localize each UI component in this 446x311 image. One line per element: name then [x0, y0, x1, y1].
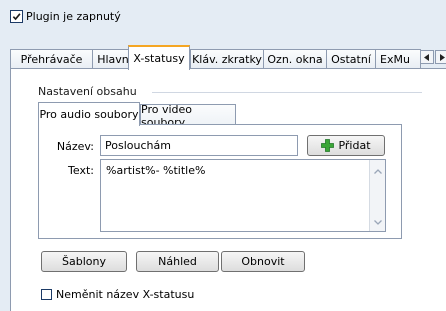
plugin-enabled-row[interactable]: Plugin je zapnutý — [10, 10, 121, 23]
tab-players[interactable]: Přehrávače — [10, 49, 93, 68]
name-input[interactable] — [100, 135, 298, 156]
preview-button-label: Náhled — [158, 255, 197, 268]
tab-scroll-right-button[interactable] — [435, 50, 446, 64]
tab-x-statuses[interactable]: X-statusy — [128, 45, 190, 70]
keep-name-checkbox[interactable] — [41, 289, 52, 300]
content-settings-title: Nastavení obsahu — [38, 85, 137, 98]
tab-scroll-left-button[interactable] — [420, 50, 434, 64]
tab-shortcuts[interactable]: Kláv. zkratky — [190, 49, 264, 68]
plugin-enabled-checkbox[interactable] — [10, 10, 23, 23]
subtab-label: Pro audio soubory — [39, 108, 139, 121]
text-area[interactable]: %artist%- %title% — [100, 159, 386, 232]
plus-icon — [321, 139, 335, 152]
tab-label: Kláv. zkratky — [192, 52, 262, 66]
tab-exmu[interactable]: ExMu — [375, 49, 421, 68]
name-label: Název: — [56, 140, 94, 153]
templates-button[interactable]: Šablony — [41, 251, 127, 272]
chevron-down-icon — [374, 219, 382, 225]
subtab-audio[interactable]: Pro audio soubory — [38, 102, 140, 126]
refresh-button[interactable]: Obnovit — [221, 251, 305, 272]
keep-name-label: Neměnit název X-statusu — [56, 288, 195, 301]
tab-label: ExMu — [380, 52, 410, 66]
triangle-left-icon — [424, 53, 429, 61]
refresh-button-label: Obnovit — [241, 255, 285, 268]
tab-label: X-statusy — [133, 52, 185, 65]
add-button-label: Přidat — [338, 139, 371, 152]
text-area-scrollbar[interactable] — [369, 160, 385, 231]
tab-scroll-buttons — [420, 50, 446, 64]
keep-name-row[interactable]: Neměnit název X-statusu — [41, 288, 194, 301]
scroll-up-arrow[interactable] — [371, 164, 385, 178]
chevron-up-icon — [374, 168, 382, 174]
tab-other[interactable]: Ostatní — [326, 49, 376, 68]
preview-button[interactable]: Náhled — [136, 251, 219, 272]
tab-label: Ozn. okna — [267, 52, 323, 66]
tab-label: Přehrávače — [20, 52, 83, 66]
tab-label: Hlavní — [97, 52, 132, 66]
subtab-video[interactable]: Pro video soubory — [140, 103, 236, 129]
add-button[interactable]: Přidat — [307, 135, 385, 156]
tab-window-notifications[interactable]: Ozn. okna — [263, 49, 327, 68]
tab-label: Ostatní — [331, 52, 371, 66]
scroll-down-arrow[interactable] — [371, 215, 385, 229]
triangle-right-icon — [440, 53, 445, 61]
text-area-value: %artist%- %title% — [106, 164, 206, 177]
plugin-enabled-label: Plugin je zapnutý — [26, 10, 121, 23]
text-label: Text: — [68, 164, 94, 177]
templates-button-label: Šablony — [62, 255, 106, 268]
checkmark-icon — [12, 13, 21, 21]
group-divider — [152, 92, 422, 93]
